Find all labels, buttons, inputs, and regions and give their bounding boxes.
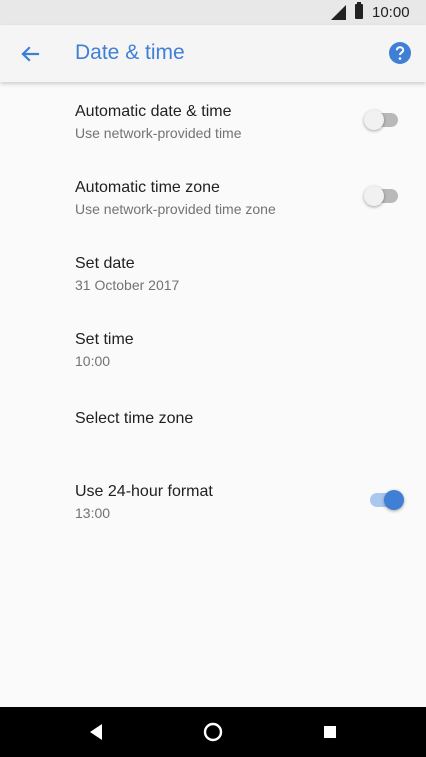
back-button[interactable] (14, 38, 46, 70)
setting-title: Set time (75, 331, 134, 348)
setting-summary: 31 October 2017 (75, 277, 180, 293)
setting-title: Automatic time zone (75, 179, 220, 196)
setting-summary: Use network-provided time zone (75, 201, 276, 217)
toggle-thumb (364, 110, 384, 130)
setting-title: Set date (75, 255, 135, 272)
use-24-hour-format-toggle[interactable] (364, 488, 404, 512)
setting-summary: 10:00 (75, 353, 111, 369)
setting-title: Select time zone (75, 410, 194, 427)
setting-use-24-hour-format[interactable]: Use 24-hour format 13:00 (0, 462, 426, 538)
status-bar: 10:00 (0, 0, 426, 25)
setting-summary: Use network-provided time (75, 125, 242, 141)
nav-back-icon[interactable] (88, 723, 104, 741)
setting-title: Automatic date & time (75, 103, 232, 120)
navigation-bar (0, 707, 426, 757)
nav-recents-icon[interactable] (324, 726, 336, 738)
help-icon (389, 42, 411, 64)
app-bar: Date & time (0, 25, 426, 82)
setting-set-time[interactable]: Set time 10:00 (0, 310, 426, 386)
battery-icon (355, 2, 363, 19)
status-time: 10:00 (372, 4, 410, 21)
automatic-time-zone-toggle[interactable] (364, 184, 404, 208)
toggle-thumb (364, 186, 384, 206)
arrow-back-icon (21, 46, 40, 62)
toggle-thumb (384, 490, 404, 510)
page-title: Date & time (75, 41, 185, 64)
setting-title: Use 24-hour format (75, 483, 213, 500)
signal-icon (331, 5, 346, 20)
setting-summary: 13:00 (75, 505, 111, 521)
help-button[interactable] (388, 41, 412, 65)
settings-list: Automatic date & time Use network-provid… (0, 82, 426, 538)
setting-set-date[interactable]: Set date 31 October 2017 (0, 234, 426, 310)
nav-home-icon[interactable] (203, 722, 223, 742)
setting-automatic-time-zone[interactable]: Automatic time zone Use network-provided… (0, 158, 426, 234)
automatic-date-time-toggle[interactable] (364, 108, 404, 132)
setting-automatic-date-time[interactable]: Automatic date & time Use network-provid… (0, 82, 426, 158)
setting-select-time-zone[interactable]: Select time zone (0, 386, 426, 462)
